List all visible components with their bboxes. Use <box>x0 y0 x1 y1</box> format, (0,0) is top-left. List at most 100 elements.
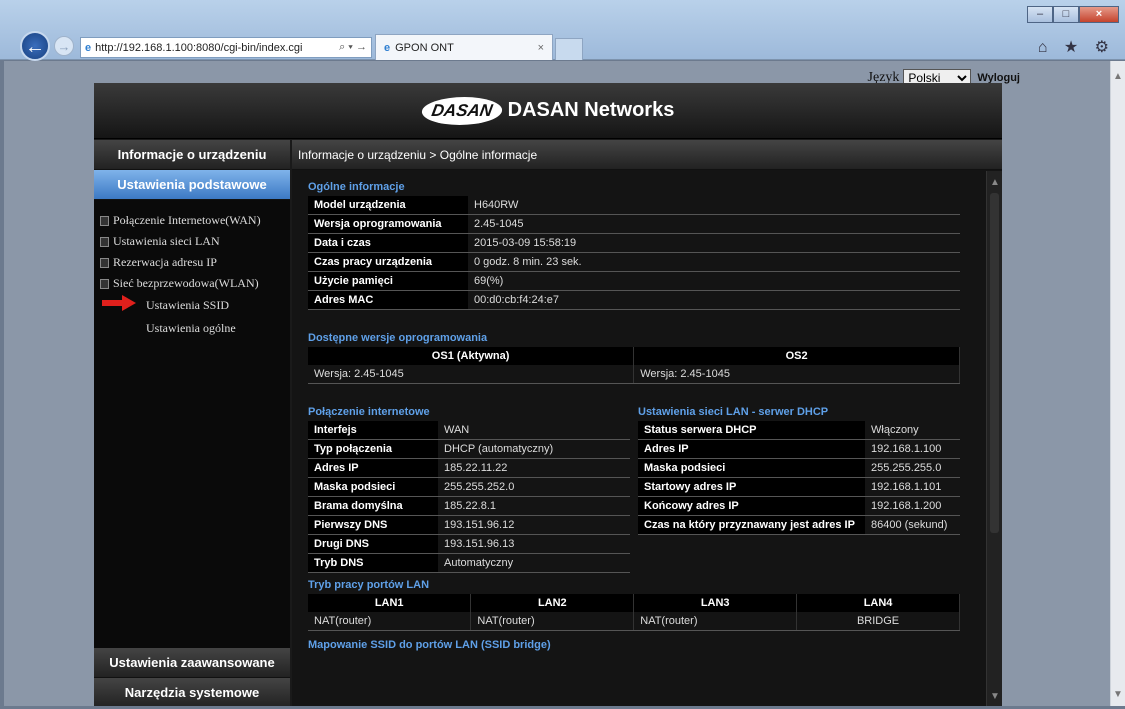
document-icon <box>100 257 109 268</box>
browser-chrome: – □ × ← → e http://192.168.1.100:8080/cg… <box>0 0 1125 61</box>
table-row: Tryb DNS Automatyczny <box>308 553 630 573</box>
table-row: Maska podsieci 255.255.252.0 <box>308 477 630 497</box>
row-key: Adres IP <box>308 458 438 478</box>
general-info-table: Model urządzenia H640RW Wersja oprogramow… <box>308 196 960 310</box>
menu-device-info[interactable]: Informacje o urządzeniu <box>94 140 290 170</box>
submenu: Połączenie Internetowe(WAN) Ustawienia s… <box>94 200 290 660</box>
sidebar-item-wlan[interactable]: Sieć bezprzewodowa(WLAN) <box>94 273 290 294</box>
table-row: Adres IP 192.168.1.100 <box>638 439 960 459</box>
minimize-button[interactable]: – <box>1027 6 1053 23</box>
table-row: Wersja oprogramowania 2.45-1045 <box>308 214 960 234</box>
firmware-table: OS1 (Aktywna) OS2 Wersja: 2.45-1045 Wersja… <box>308 347 960 384</box>
dasan-logo: DASAN <box>419 96 505 125</box>
forward-arrow-icon: → <box>57 39 71 54</box>
forward-button[interactable]: → <box>54 36 74 56</box>
sidebar: Informacje o urządzeniu Ustawienia podst… <box>94 140 290 706</box>
section-title-dhcp: Ustawienia sieci LAN - serwer DHCP <box>638 406 829 418</box>
row-key: Model urządzenia <box>308 196 468 215</box>
row-value: DHCP (automatyczny) <box>438 439 630 459</box>
document-icon <box>100 278 109 289</box>
lan1-header: LAN1 <box>308 594 472 612</box>
sidebar-subitem-general[interactable]: Ustawienia ogólne <box>94 317 290 340</box>
new-tab-button[interactable] <box>555 38 583 60</box>
row-value: 0 godz. 8 min. 23 sek. <box>468 252 960 272</box>
sidebar-item-wan[interactable]: Połączenie Internetowe(WAN) <box>94 210 290 231</box>
row-key: Pierwszy DNS <box>308 515 438 535</box>
sidebar-subitem-ssid[interactable]: Ustawienia SSID <box>94 294 290 317</box>
row-key: Data i czas <box>308 233 468 253</box>
menu-basic-settings[interactable]: Ustawienia podstawowe <box>94 170 290 200</box>
ie-icon: e <box>85 41 92 54</box>
sidebar-item-ip-reservation[interactable]: Rezerwacja adresu IP <box>94 252 290 273</box>
table-row: Startowy adres IP 192.168.1.101 <box>638 477 960 497</box>
row-value: 192.168.1.100 <box>865 439 960 459</box>
browser-tab[interactable]: e GPON ONT × <box>375 34 553 60</box>
table-row: Interfejs WAN <box>308 421 630 440</box>
row-key: Drugi DNS <box>308 534 438 554</box>
address-tools-icon[interactable]: ⌕ ▾ → <box>339 41 371 54</box>
section-title-firmware: Dostępne wersje oprogramowania <box>308 332 488 344</box>
row-value: WAN <box>438 421 630 440</box>
lan4-mode: BRIDGE <box>796 612 960 631</box>
back-arrow-icon: ← <box>25 36 45 58</box>
row-value: 193.151.96.13 <box>438 534 630 554</box>
document-icon <box>100 236 109 247</box>
row-value: 255.255.252.0 <box>438 477 630 497</box>
row-key: Interfejs <box>308 421 438 440</box>
browser-scrollbar[interactable]: ▲ ▼ <box>1110 61 1125 706</box>
row-value: Włączony <box>865 421 960 440</box>
row-value: 185.22.8.1 <box>438 496 630 516</box>
wan-table: Interfejs WAN Typ połączenia DHCP (automat… <box>308 421 630 573</box>
scroll-down-icon[interactable]: ▼ <box>1113 689 1123 700</box>
row-key: Adres MAC <box>308 290 468 310</box>
menu-advanced[interactable]: Ustawienia zaawansowane <box>94 648 290 678</box>
section-title-wan: Połączenie internetowe <box>308 406 430 418</box>
brand-title: DASAN Networks <box>507 99 675 121</box>
lan4-header: LAN4 <box>796 594 960 612</box>
content-scrollbar[interactable]: ▲ ▼ <box>986 171 1002 706</box>
back-button[interactable]: ← <box>20 31 50 61</box>
table-row: Data i czas 2015-03-09 15:58:19 <box>308 233 960 253</box>
main-panel: Informacje o urządzeniu > Ogólne informa… <box>292 140 1002 706</box>
scroll-up-icon[interactable]: ▲ <box>1113 71 1123 82</box>
os2-header: OS2 <box>633 347 960 365</box>
close-button[interactable]: × <box>1079 6 1119 23</box>
os1-version: Wersja: 2.45-1045 <box>308 365 635 384</box>
os2-version: Wersja: 2.45-1045 <box>633 365 960 384</box>
row-value: H640RW <box>468 196 960 215</box>
document-icon <box>100 215 109 226</box>
scroll-thumb[interactable] <box>990 193 999 533</box>
toolbar-icons[interactable]: ⌂ ★ ⚙ <box>1038 37 1115 57</box>
section-title-lan-ports: Tryb pracy portów LAN <box>308 579 430 591</box>
table-row: Adres MAC 00:d0:cb:f4:24:e7 <box>308 290 960 310</box>
lan1-mode: NAT(router) <box>308 612 472 631</box>
row-key: Status serwera DHCP <box>638 421 865 440</box>
lan2-header: LAN2 <box>470 594 635 612</box>
sidebar-item-label: Ustawienia sieci LAN <box>113 234 220 248</box>
lan3-mode: NAT(router) <box>633 612 798 631</box>
breadcrumb: Informacje o urządzeniu > Ogólne informa… <box>292 140 1002 170</box>
sidebar-item-lan[interactable]: Ustawienia sieci LAN <box>94 231 290 252</box>
menu-system-tools[interactable]: Narzędzia systemowe <box>94 678 290 706</box>
table-row: Czas pracy urządzenia 0 godz. 8 min. 23 s… <box>308 252 960 272</box>
dhcp-table: Status serwera DHCP Włączony Adres IP 192.… <box>638 421 960 535</box>
address-bar[interactable]: e http://192.168.1.100:8080/cgi-bin/inde… <box>80 37 372 58</box>
row-value: 86400 (sekund) <box>865 515 960 535</box>
scroll-down-icon[interactable]: ▼ <box>990 691 1000 702</box>
row-key: Czas na który przyznawany jest adres IP <box>638 515 865 535</box>
section-title-ssid-map: Mapowanie SSID do portów LAN (SSID bridg… <box>308 639 551 651</box>
dhcp-column: Ustawienia sieci LAN - serwer DHCP Statu… <box>638 402 960 573</box>
table-row: Użycie pamięci 69(%) <box>308 271 960 291</box>
os1-header: OS1 (Aktywna) <box>308 347 635 365</box>
row-key: Adres IP <box>638 439 865 459</box>
maximize-button[interactable]: □ <box>1053 6 1079 23</box>
table-row: Typ połączenia DHCP (automatyczny) <box>308 439 630 459</box>
table-row: Czas na który przyznawany jest adres IP 8… <box>638 515 960 535</box>
row-key: Brama domyślna <box>308 496 438 516</box>
table-row: Końcowy adres IP 192.168.1.200 <box>638 496 960 516</box>
tab-close-icon[interactable]: × <box>538 42 544 54</box>
scroll-up-icon[interactable]: ▲ <box>990 177 1000 188</box>
row-value: 69(%) <box>468 271 960 291</box>
row-value: 2015-03-09 15:58:19 <box>468 233 960 253</box>
row-key: Użycie pamięci <box>308 271 468 291</box>
